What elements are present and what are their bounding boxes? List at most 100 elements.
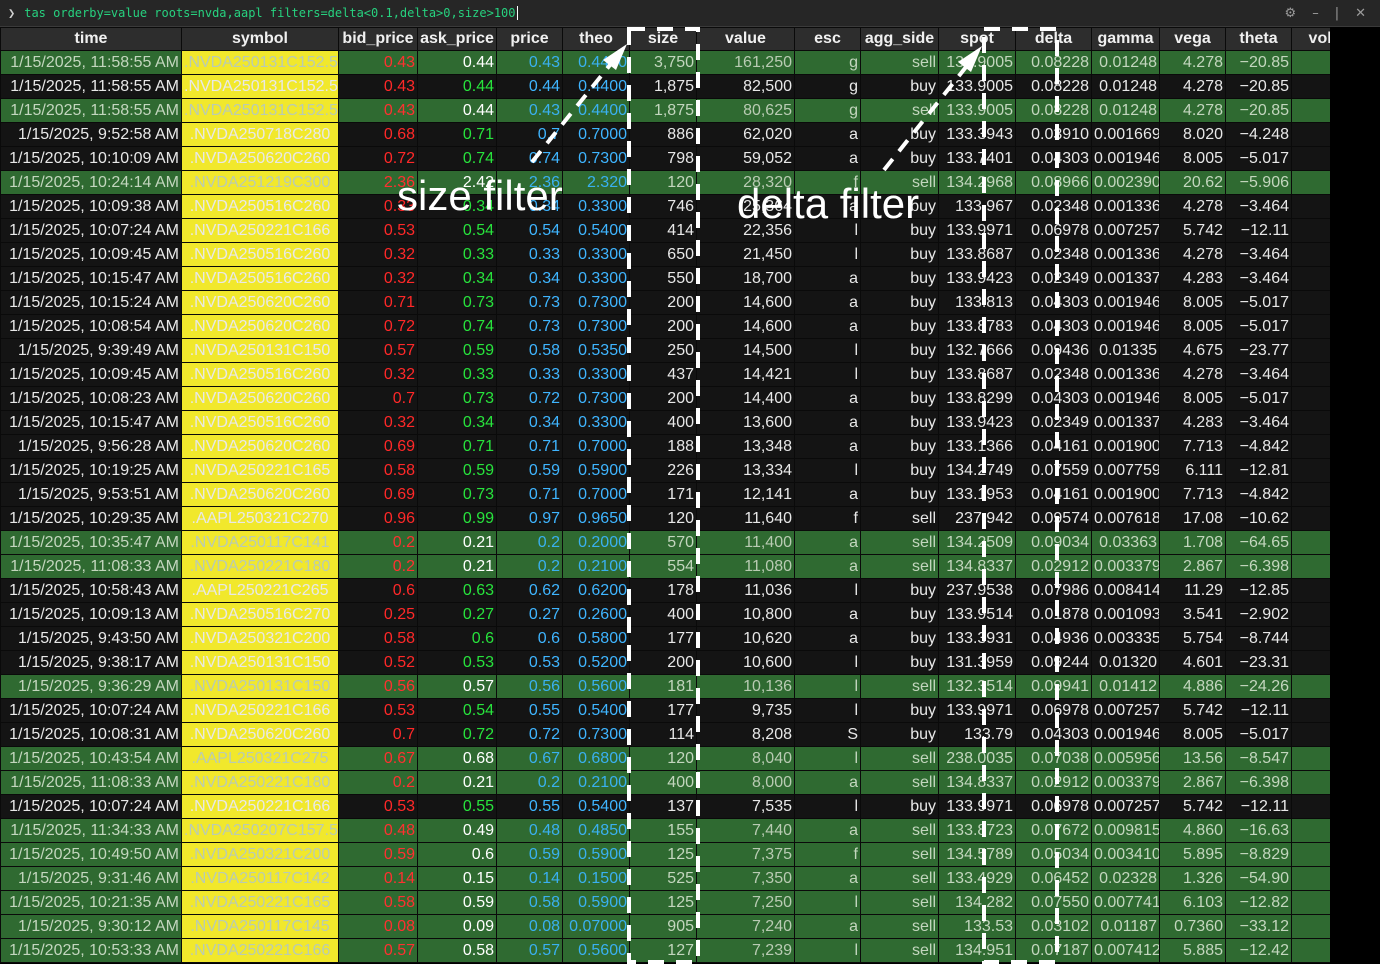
table-row[interactable]: 1/15/2025, 10:07:24 AM .NVDA250221C166 0.5… [0, 698, 1380, 723]
cell-delta: 0.07550 [1015, 890, 1092, 915]
table-row[interactable]: 1/15/2025, 10:15:24 AM .NVDA250620C260 0.7… [0, 290, 1380, 315]
table-row[interactable]: 1/15/2025, 10:09:13 AM .NVDA250516C270 0.2… [0, 602, 1380, 627]
table-row[interactable]: 1/15/2025, 9:36:29 AM .NVDA250131C150 0.56… [0, 674, 1380, 699]
cell-price: 0.73 [496, 290, 563, 315]
table-row[interactable]: 1/15/2025, 10:15:47 AM .NVDA250516C260 0.3… [0, 410, 1380, 435]
table-row[interactable]: 1/15/2025, 9:56:28 AM .NVDA250620C260 0.69… [0, 434, 1380, 459]
table-row[interactable]: 1/15/2025, 10:09:45 AM .NVDA250516C260 0.3… [0, 362, 1380, 387]
close-icon[interactable]: ✕ [1355, 6, 1366, 21]
table-row[interactable]: 1/15/2025, 10:53:33 AM .NVDA250221C166 0.5… [0, 938, 1380, 963]
table-row[interactable]: 1/15/2025, 9:39:49 AM .NVDA250131C150 0.57… [0, 338, 1380, 363]
cell-price: 0.72 [496, 722, 563, 747]
cell-vega: 2.867 [1159, 770, 1226, 795]
cell-theta: −10.62 [1225, 506, 1292, 531]
column-header-theo[interactable]: theo [562, 27, 630, 51]
cell-ask: 0.68 [417, 746, 497, 771]
column-header-agg-side[interactable]: agg_side [860, 27, 939, 51]
table-row[interactable]: 1/15/2025, 10:43:54 AM .AAPL250321C275 0.6… [0, 746, 1380, 771]
table-row[interactable]: 1/15/2025, 10:09:45 AM .NVDA250516C260 0.3… [0, 242, 1380, 267]
chevron-right-icon: ❯ [8, 6, 16, 20]
trades-grid[interactable]: time symbol bid_price ask_price price th… [0, 27, 1380, 963]
cell-time: 1/15/2025, 10:21:35 AM [0, 890, 182, 915]
cell-size: 181 [629, 674, 697, 699]
table-row[interactable]: 1/15/2025, 10:07:24 AM .NVDA250221C166 0.5… [0, 794, 1380, 819]
table-row[interactable]: 1/15/2025, 10:29:35 AM .AAPL250321C270 0.9… [0, 506, 1380, 531]
table-row[interactable]: 1/15/2025, 10:09:38 AM .NVDA250516C260 0.3… [0, 194, 1380, 219]
column-header-esc[interactable]: esc [794, 27, 861, 51]
cell-agg: buy [860, 74, 939, 99]
column-header-delta[interactable]: delta [1015, 27, 1092, 51]
column-header-gamma[interactable]: gamma [1091, 27, 1160, 51]
cell-spot: 133.9423 [938, 410, 1016, 435]
cell-symbol: .NVDA250221C165 [181, 890, 339, 915]
table-row[interactable]: 1/15/2025, 11:08:33 AM .NVDA250221C180 0.2… [0, 770, 1380, 795]
table-row[interactable]: 1/15/2025, 10:08:23 AM .NVDA250620C260 0.7… [0, 386, 1380, 411]
cell-spot: 133.8687 [938, 362, 1016, 387]
column-header-price[interactable]: price [496, 27, 563, 51]
table-row[interactable]: 1/15/2025, 9:53:51 AM .NVDA250620C260 0.69… [0, 482, 1380, 507]
cell-bid: 0.6 [338, 578, 418, 603]
column-header-theta[interactable]: theta [1225, 27, 1292, 51]
table-row[interactable]: 1/15/2025, 11:08:33 AM .NVDA250221C180 0.2… [0, 554, 1380, 579]
cell-size: 200 [629, 314, 697, 339]
table-row[interactable]: 1/15/2025, 10:35:47 AM .NVDA250117C141 0.2… [0, 530, 1380, 555]
cell-theta: −20.85 [1225, 74, 1292, 99]
cell-esc: a [794, 290, 861, 315]
table-row[interactable]: 1/15/2025, 10:58:43 AM .AAPL250221C265 0.6… [0, 578, 1380, 603]
minimize-icon[interactable]: – [1312, 6, 1319, 21]
table-row[interactable]: 1/15/2025, 10:10:09 AM .NVDA250620C260 0.7… [0, 146, 1380, 171]
cell-symbol: .NVDA250131C150 [181, 674, 339, 699]
cell-agg: sell [860, 866, 939, 891]
table-row[interactable]: 1/15/2025, 9:31:46 AM .NVDA250117C142 0.14… [0, 866, 1380, 891]
cell-spot: 133.8723 [938, 818, 1016, 843]
column-header-ask-price[interactable]: ask_price [417, 27, 497, 51]
table-row[interactable]: 1/15/2025, 10:19:25 AM .NVDA250221C165 0.5… [0, 458, 1380, 483]
cell-theo: 0.7300 [562, 722, 630, 747]
table-row[interactable]: 1/15/2025, 10:08:54 AM .NVDA250620C260 0.7… [0, 314, 1380, 339]
cell-ask: 0.6 [417, 626, 497, 651]
column-header-spot[interactable]: spot [938, 27, 1016, 51]
table-row[interactable]: 1/15/2025, 9:52:58 AM .NVDA250718C280 0.68… [0, 122, 1380, 147]
column-header-value[interactable]: value [696, 27, 795, 51]
table-row[interactable]: 1/15/2025, 9:30:12 AM .NVDA250117C145 0.08… [0, 914, 1380, 939]
table-row[interactable]: 1/15/2025, 10:21:35 AM .NVDA250221C165 0.5… [0, 890, 1380, 915]
cell-theo: 0.5400 [562, 794, 630, 819]
column-header-bid-price[interactable]: bid_price [338, 27, 418, 51]
command-input[interactable]: tas orderby=value roots=nvda,aapl filter… [24, 6, 515, 20]
table-row[interactable]: 1/15/2025, 10:15:47 AM .NVDA250516C260 0.3… [0, 266, 1380, 291]
cell-symbol: .NVDA250620C260 [181, 722, 339, 747]
cell-theta: −16.63 [1225, 818, 1292, 843]
command-bar[interactable]: ❯ tas orderby=value roots=nvda,aapl filt… [0, 0, 1380, 27]
table-row[interactable]: 1/15/2025, 9:38:17 AM .NVDA250131C150 0.52… [0, 650, 1380, 675]
cell-symbol: .NVDA251219C300 [181, 170, 339, 195]
cell-ask: 0.34 [417, 410, 497, 435]
cell-size: 177 [629, 698, 697, 723]
cell-size: 437 [629, 362, 697, 387]
column-header-vega[interactable]: vega [1159, 27, 1226, 51]
column-header-size[interactable]: size [629, 27, 697, 51]
cell-delta: 0.05034 [1015, 842, 1092, 867]
cell-time: 1/15/2025, 10:10:09 AM [0, 146, 182, 171]
cell-spot: 133.9005 [938, 50, 1016, 75]
table-row[interactable]: 1/15/2025, 11:58:55 AM .NVDA250131C152.5 0… [0, 74, 1380, 99]
table-row[interactable]: 1/15/2025, 10:07:24 AM .NVDA250221C166 0.5… [0, 218, 1380, 243]
cell-price: 0.72 [496, 386, 563, 411]
column-header-symbol[interactable]: symbol [181, 27, 339, 51]
column-header-time[interactable]: time [0, 27, 182, 51]
table-row[interactable]: 1/15/2025, 9:43:50 AM .NVDA250321C200 0.58… [0, 626, 1380, 651]
table-row[interactable]: 1/15/2025, 11:58:55 AM .NVDA250131C152.5 0… [0, 50, 1380, 75]
cell-theo: 0.7300 [562, 314, 630, 339]
table-row[interactable]: 1/15/2025, 11:58:55 AM .NVDA250131C152.5 0… [0, 98, 1380, 123]
table-row[interactable]: 1/15/2025, 10:08:31 AM .NVDA250620C260 0.7… [0, 722, 1380, 747]
cell-theo: 0.5350 [562, 338, 630, 363]
gear-icon[interactable]: ⚙ [1285, 6, 1297, 21]
cell-value: 10,136 [696, 674, 795, 699]
cell-theta: −4.842 [1225, 482, 1292, 507]
table-row[interactable]: 1/15/2025, 10:49:50 AM .NVDA250321C200 0.5… [0, 842, 1380, 867]
cell-esc: a [794, 818, 861, 843]
cell-vega: 11.29 [1159, 578, 1226, 603]
cell-theo: 0.5900 [562, 842, 630, 867]
cell-symbol: .NVDA250131C152.5 [181, 98, 339, 123]
table-row[interactable]: 1/15/2025, 11:34:33 AM .NVDA250207C157.5 0… [0, 818, 1380, 843]
table-row[interactable]: 1/15/2025, 10:24:14 AM .NVDA251219C300 2.3… [0, 170, 1380, 195]
